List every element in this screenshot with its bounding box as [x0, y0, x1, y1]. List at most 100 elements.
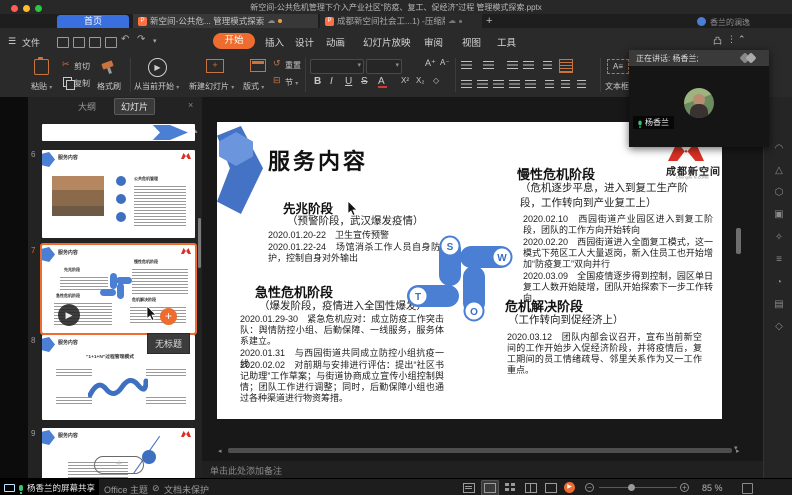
subscript-button[interactable]: X₂: [416, 76, 424, 85]
font-color-button[interactable]: A: [378, 76, 385, 87]
account-avatar[interactable]: [697, 17, 706, 26]
paragraph-settings-icon[interactable]: [577, 80, 586, 88]
hamburger-icon[interactable]: ☰: [8, 36, 16, 47]
horizontal-scrollbar[interactable]: ◂ ▸: [216, 447, 746, 456]
underline-button[interactable]: U: [345, 76, 352, 87]
paragraph-spacing-before-icon[interactable]: [545, 80, 554, 88]
zoom-slider-track[interactable]: [599, 487, 677, 488]
vertical-scrollbar-thumb[interactable]: [736, 228, 741, 254]
zoom-out-icon[interactable]: −: [585, 483, 594, 492]
new-slide-button[interactable]: 新建幻灯片 ▾: [189, 81, 234, 92]
justify-icon[interactable]: [509, 80, 520, 88]
share-icon[interactable]: 凸: [713, 34, 722, 47]
slide-sorter-icon[interactable]: [505, 483, 515, 491]
tab-review[interactable]: 审阅: [424, 35, 443, 49]
quickbar-dropdown-icon[interactable]: ▾: [153, 37, 157, 45]
print-icon[interactable]: [105, 37, 117, 48]
decrease-font-button[interactable]: A⁻: [440, 58, 450, 67]
align-center-icon[interactable]: [477, 80, 488, 88]
cut-button[interactable]: 剪切: [74, 61, 90, 72]
image-icon[interactable]: ▤: [772, 299, 786, 310]
tab-slides[interactable]: 幻灯片: [114, 98, 155, 115]
play-slide-button[interactable]: ▶: [58, 304, 80, 326]
tab-insert[interactable]: 插入: [265, 35, 284, 49]
open-icon[interactable]: [57, 37, 69, 48]
new-tab-button[interactable]: +: [486, 15, 492, 27]
paste-button[interactable]: 粘贴 ▾: [31, 81, 52, 92]
export-icon[interactable]: [89, 37, 101, 48]
smart-assistant-icon[interactable]: ⬡: [772, 187, 786, 198]
tab-tools[interactable]: 工具: [497, 35, 516, 49]
tab-home[interactable]: 开始: [213, 33, 255, 49]
zoom-percent[interactable]: 85 %: [702, 483, 723, 493]
text-box-button[interactable]: 文本框: [605, 81, 629, 92]
chat-icon[interactable]: ◠: [772, 143, 786, 154]
increase-font-button[interactable]: A⁺: [425, 58, 436, 69]
doc-tab-2[interactable]: P 成都新空间社会工...1) -压缩版 ☁: [320, 14, 482, 28]
zoom-slider-thumb[interactable]: [628, 484, 635, 491]
scroll-left-icon[interactable]: ◂: [218, 447, 222, 455]
redo-icon[interactable]: ↷: [137, 34, 145, 45]
tab-view[interactable]: 视图: [462, 35, 481, 49]
meeting-overlay-header[interactable]: 正在讲话: 杨香兰;: [629, 50, 769, 66]
package-icon[interactable]: ◇: [772, 321, 786, 332]
reading-view-icon[interactable]: [525, 483, 537, 493]
slideshow-play-icon[interactable]: ▶: [564, 482, 575, 493]
history-icon[interactable]: ◔: [772, 277, 786, 288]
font-name-select[interactable]: [310, 59, 364, 74]
section-button[interactable]: 节 ▾: [285, 77, 298, 88]
slide-thumbnail-5-partial[interactable]: [42, 124, 195, 141]
reset-button[interactable]: 重置: [285, 60, 301, 71]
close-panel-icon[interactable]: ×: [188, 100, 193, 110]
align-left-icon[interactable]: [461, 80, 472, 88]
format-painter-button[interactable]: 格式刷: [97, 81, 121, 92]
tab-slideshow[interactable]: 幻灯片放映: [363, 35, 411, 49]
settings-icon[interactable]: ≡: [772, 254, 786, 265]
notes-pane[interactable]: 单击此处添加备注: [202, 461, 763, 478]
clear-format-button[interactable]: ◇: [433, 76, 439, 85]
tab-design[interactable]: 设计: [295, 35, 314, 49]
bold-button[interactable]: B: [314, 76, 321, 87]
collapse-ribbon-icon[interactable]: ⌃: [738, 34, 746, 45]
italic-button[interactable]: I: [330, 76, 333, 87]
gallery-icon[interactable]: ▣: [772, 209, 786, 220]
sidebar-scrollbar[interactable]: [198, 218, 201, 268]
fit-to-window-icon[interactable]: [742, 483, 753, 494]
numbered-list-icon[interactable]: [483, 61, 494, 69]
add-slide-button[interactable]: +: [94, 456, 144, 474]
file-menu[interactable]: 文件: [22, 36, 40, 49]
tab-outline[interactable]: 大纲: [78, 100, 96, 113]
home-tab[interactable]: 首页: [57, 15, 129, 28]
text-direction-icon[interactable]: [559, 59, 573, 73]
zoom-in-icon[interactable]: +: [680, 483, 689, 492]
effects-icon[interactable]: ✧: [772, 232, 786, 243]
horizontal-scrollbar-thumb[interactable]: [228, 448, 732, 453]
normal-view-icon[interactable]: [484, 483, 496, 493]
add-slide-fab[interactable]: +: [160, 308, 177, 325]
slide-canvas[interactable]: 服务内容 成都新空间 Chengdu·N·ZONE 先兆阶段 （预警阶段，武汉爆…: [217, 122, 722, 419]
align-right-icon[interactable]: [493, 80, 504, 88]
account-name[interactable]: 香兰的澜逸: [710, 17, 750, 28]
save-icon[interactable]: [73, 37, 85, 48]
bullet-list-icon[interactable]: [461, 61, 472, 69]
distribute-icon[interactable]: [525, 80, 536, 88]
protection-label[interactable]: 文档未保护: [164, 483, 209, 495]
superscript-button[interactable]: X²: [401, 76, 409, 85]
slide-thumbnail-6[interactable]: 服务内容 公共危机管理: [42, 150, 195, 238]
tab-animation[interactable]: 动画: [326, 35, 345, 49]
meeting-video-overlay[interactable]: 正在讲话: 杨香兰; 杨香兰: [629, 50, 769, 147]
doc-tab-1[interactable]: P 新空间-公共危... 管理模式探索 ☁: [133, 14, 318, 28]
strikethrough-button[interactable]: S: [361, 76, 368, 87]
layout-button[interactable]: 版式 ▾: [243, 81, 264, 92]
line-spacing-icon[interactable]: [543, 61, 552, 69]
shapes-icon[interactable]: △: [772, 165, 786, 176]
decrease-indent-icon[interactable]: [507, 61, 518, 69]
increase-indent-icon[interactable]: [523, 61, 534, 69]
font-size-select[interactable]: [366, 59, 402, 74]
notes-view-icon[interactable]: [463, 483, 475, 493]
scroll-down-icon[interactable]: ▾: [734, 444, 738, 452]
undo-icon[interactable]: ↶: [121, 34, 129, 45]
screen-share-indicator[interactable]: 杨香兰的屏幕共享: [0, 479, 99, 495]
paragraph-spacing-after-icon[interactable]: [561, 80, 570, 88]
play-from-current-button[interactable]: 从当前开始 ▾: [134, 81, 179, 92]
